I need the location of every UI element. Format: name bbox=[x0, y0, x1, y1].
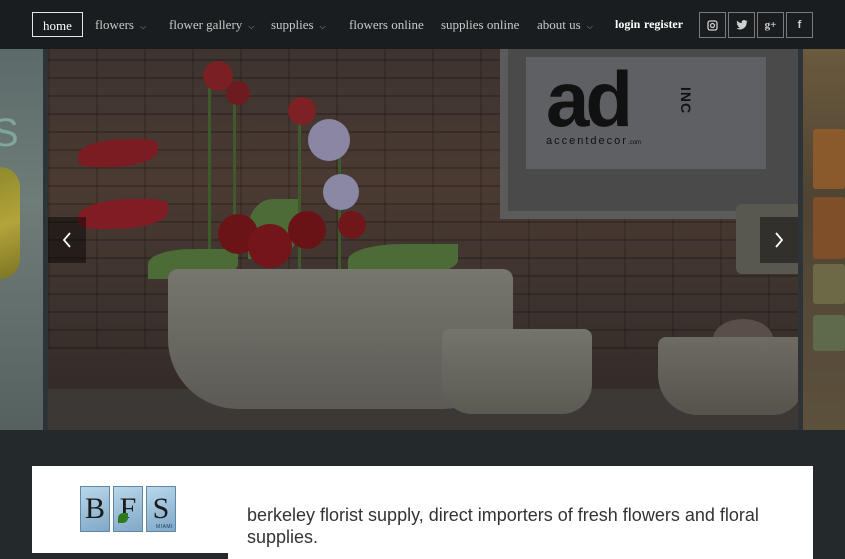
intro-text-box: berkeley florist supply, direct importer… bbox=[228, 466, 813, 559]
right-planter bbox=[658, 337, 798, 415]
hero-slider: S ad INC accentdecor.com bbox=[0, 49, 845, 430]
nav-flower-gallery-label: flower gallery bbox=[169, 17, 243, 32]
nav-flowers-label: flowers bbox=[95, 17, 134, 32]
bfs-logo[interactable]: B F S MIAMI bbox=[80, 486, 176, 532]
tulip-flower bbox=[288, 97, 316, 125]
chevron-down-icon: ⌵ bbox=[319, 22, 326, 31]
instagram-icon bbox=[707, 19, 718, 31]
logo-ad-text: ad bbox=[546, 55, 633, 143]
bfs-letter: S bbox=[152, 492, 170, 525]
rose-flower bbox=[288, 211, 326, 249]
bfs-miami-text: MIAMI bbox=[156, 524, 173, 530]
chevron-down-icon: ⌵ bbox=[140, 22, 147, 31]
chevron-left-icon bbox=[62, 232, 71, 248]
product-tile bbox=[813, 315, 845, 351]
rose-flower bbox=[338, 211, 366, 239]
bfs-letter-tile: F bbox=[113, 486, 143, 532]
nav-supplies-label: supplies bbox=[271, 17, 314, 32]
nav-flowers-online[interactable]: flowers online bbox=[349, 12, 424, 37]
nav-flowers[interactable]: flowers ⌵ bbox=[95, 12, 146, 37]
bfs-letter: B bbox=[84, 492, 105, 525]
bfs-letter-tile: B bbox=[80, 486, 110, 532]
allium-flower bbox=[323, 174, 359, 210]
product-tile bbox=[813, 264, 845, 304]
google-plus-button[interactable]: g+ bbox=[757, 12, 784, 38]
previous-slide-glyph: S bbox=[0, 111, 19, 155]
intro-tagline: berkeley florist supply, direct importer… bbox=[247, 505, 759, 547]
nav-home[interactable]: home bbox=[32, 12, 83, 37]
slider-prev-button[interactable] bbox=[48, 217, 86, 263]
nav-supplies-online-label: supplies online bbox=[441, 17, 520, 32]
facebook-button[interactable]: f bbox=[786, 12, 813, 38]
bfs-logo-box: B F S MIAMI bbox=[32, 466, 228, 553]
facebook-icon: f bbox=[797, 19, 802, 31]
current-slide-image: ad INC accentdecor.com bbox=[48, 49, 798, 430]
flower-stem bbox=[208, 69, 211, 279]
previous-slide-flower bbox=[0, 167, 20, 279]
top-navigation: home flowers ⌵ flower gallery ⌵ supplies ⌵ … bbox=[0, 0, 845, 49]
nav-supplies-online[interactable]: supplies online bbox=[441, 12, 519, 37]
google-plus-icon: g+ bbox=[764, 19, 777, 31]
nav-about-us-label: about us bbox=[537, 17, 581, 32]
tulip-flower bbox=[226, 81, 250, 105]
leaf-icon bbox=[118, 513, 128, 523]
chevron-down-icon: ⌵ bbox=[586, 22, 593, 31]
login-link[interactable]: login bbox=[615, 12, 640, 37]
logo-accentdecor-text: accentdecor.com bbox=[546, 135, 641, 147]
allium-flower bbox=[308, 119, 350, 161]
register-link[interactable]: register bbox=[644, 12, 683, 37]
previous-slide-peek: S bbox=[0, 49, 43, 430]
product-tile bbox=[813, 197, 845, 259]
instagram-button[interactable] bbox=[699, 12, 726, 38]
nav-about-us[interactable]: about us ⌵ bbox=[537, 12, 593, 37]
chevron-down-icon: ⌵ bbox=[248, 22, 255, 31]
twitter-button[interactable] bbox=[728, 12, 755, 38]
product-tile bbox=[813, 129, 845, 189]
nav-flower-gallery[interactable]: flower gallery ⌵ bbox=[169, 12, 254, 37]
small-planter bbox=[442, 329, 592, 414]
slider-next-button[interactable] bbox=[760, 217, 798, 263]
twitter-icon bbox=[736, 20, 747, 30]
chevron-right-icon bbox=[775, 232, 784, 248]
bfs-letter-tile: S MIAMI bbox=[146, 486, 176, 532]
nav-flowers-online-label: flowers online bbox=[349, 17, 424, 32]
rose-flower bbox=[248, 224, 292, 268]
nav-supplies[interactable]: supplies ⌵ bbox=[271, 12, 326, 37]
next-slide-peek bbox=[803, 49, 845, 430]
logo-inc-text: INC bbox=[678, 87, 694, 115]
window-frame bbox=[500, 49, 798, 219]
accent-decor-logo: ad INC accentdecor.com bbox=[546, 55, 694, 147]
